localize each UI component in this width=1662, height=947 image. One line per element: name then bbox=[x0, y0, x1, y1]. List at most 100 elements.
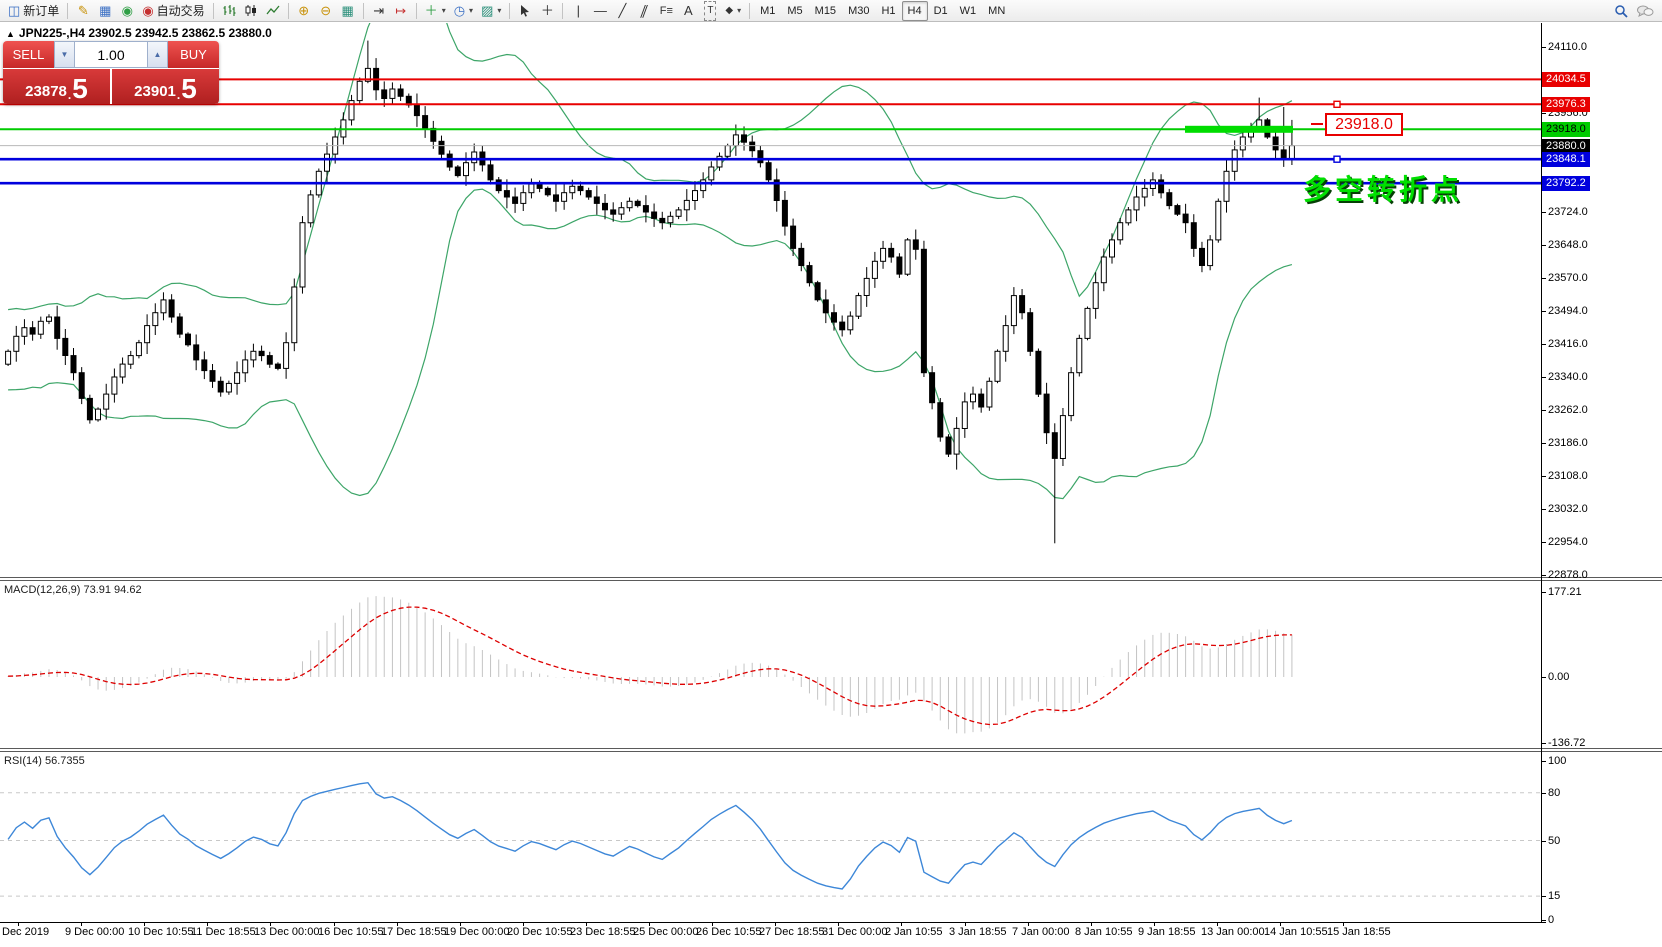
vertical-line-tool[interactable]: | bbox=[567, 1, 589, 21]
cursor-icon bbox=[519, 4, 531, 17]
line-chart-button[interactable] bbox=[262, 1, 284, 21]
crosshair-tool-button[interactable]: ＋ bbox=[536, 1, 558, 21]
new-order-icon: ◫ bbox=[8, 2, 20, 20]
timeframe-w1-button[interactable]: W1 bbox=[954, 1, 983, 21]
zoom-in-button[interactable]: ⊕ bbox=[293, 1, 315, 21]
macd-pane[interactable] bbox=[0, 581, 1541, 748]
trendline-tool[interactable]: ╱ bbox=[611, 1, 633, 21]
text-icon: A bbox=[684, 2, 693, 20]
chart-shift-button[interactable]: ↦ bbox=[390, 1, 412, 21]
toolbar-separator bbox=[562, 3, 563, 19]
time-axis[interactable] bbox=[0, 922, 1541, 946]
auto-scroll-icon: ⇥ bbox=[373, 2, 384, 20]
search-button[interactable] bbox=[1610, 1, 1632, 21]
chat-button[interactable] bbox=[1632, 1, 1658, 21]
horizontal-line-icon: — bbox=[594, 2, 607, 20]
sell-price-button[interactable]: 23878 . 5 bbox=[3, 69, 110, 104]
vertical-line-icon: | bbox=[577, 2, 580, 20]
zoom-in-icon: ⊕ bbox=[298, 2, 309, 20]
price-axis[interactable] bbox=[1541, 23, 1661, 922]
timeframe-toolbar: M1M5M15M30H1H4D1W1MN bbox=[754, 1, 1011, 21]
fibonacci-tool[interactable]: F≡ bbox=[655, 1, 677, 21]
periods-button[interactable]: ◷▾ bbox=[450, 1, 477, 21]
volume-decrease-button[interactable]: ▼ bbox=[54, 41, 75, 68]
tile-windows-icon: ▦ bbox=[342, 2, 354, 20]
autotrading-label: 自动交易 bbox=[157, 2, 205, 19]
text-label-tool[interactable]: T bbox=[699, 1, 721, 21]
auto-scroll-button[interactable]: ⇥ bbox=[368, 1, 390, 21]
callout-connector bbox=[1311, 123, 1323, 125]
sell-button[interactable]: SELL bbox=[3, 41, 54, 68]
candlestick-chart-button[interactable] bbox=[240, 1, 262, 21]
tile-windows-button[interactable]: ▦ bbox=[337, 1, 359, 21]
toolbar-separator bbox=[509, 3, 510, 19]
signals-icon: ◉ bbox=[122, 2, 133, 20]
new-order-label: 新订单 bbox=[23, 2, 59, 19]
timeframe-d1-button[interactable]: D1 bbox=[928, 1, 954, 21]
rsi-indicator-label: RSI(14) 56.7355 bbox=[4, 755, 85, 767]
horizontal-line-tool[interactable]: — bbox=[589, 1, 611, 21]
zoom-out-button[interactable]: ⊖ bbox=[315, 1, 337, 21]
arrows-tool[interactable]: ◆▾ bbox=[721, 1, 745, 21]
timeframe-h4-button[interactable]: H4 bbox=[902, 1, 928, 21]
pane-separator[interactable] bbox=[0, 748, 1662, 752]
timeframe-mn-button[interactable]: MN bbox=[982, 1, 1011, 21]
chart-shift-icon: ↦ bbox=[395, 2, 406, 20]
chevron-down-icon: ▾ bbox=[442, 6, 446, 15]
cursor-tool-button[interactable] bbox=[514, 1, 536, 21]
buy-price-dot: . bbox=[177, 88, 180, 102]
price-callout[interactable]: 23918.0 bbox=[1325, 113, 1403, 136]
buy-price-button[interactable]: 23901 . 5 bbox=[112, 69, 219, 104]
timeframe-h1-button[interactable]: H1 bbox=[875, 1, 901, 21]
timeframe-m5-button[interactable]: M5 bbox=[781, 1, 808, 21]
templates-button[interactable]: ▨▾ bbox=[477, 1, 505, 21]
chevron-down-icon: ▾ bbox=[737, 6, 741, 15]
sell-price-frac: 5 bbox=[72, 76, 88, 102]
buy-button[interactable]: BUY bbox=[168, 41, 219, 68]
toolbar-separator bbox=[749, 3, 750, 19]
timeframe-m1-button[interactable]: M1 bbox=[754, 1, 781, 21]
terminal-button[interactable]: ▦ bbox=[94, 1, 116, 21]
crosshair-icon: ＋ bbox=[541, 2, 554, 20]
bar-chart-button[interactable] bbox=[218, 1, 240, 21]
indicators-button[interactable]: ＋▾ bbox=[421, 1, 450, 21]
candlestick-chart-icon bbox=[244, 4, 258, 17]
rsi-pane[interactable] bbox=[0, 752, 1541, 922]
text-tool[interactable]: A bbox=[677, 1, 699, 21]
chart-window[interactable]: 24110.023956.023724.023648.023570.023494… bbox=[0, 22, 1662, 947]
symbol-period-label: JPN225-,H4 bbox=[19, 26, 85, 40]
main-toolbar: ◫ 新订单 ✎ ▦ ◉ ◉ 自动交易 ⊕ ⊖ ▦ ⇥ ↦ ＋▾ ◷▾ ▨▾ bbox=[0, 0, 1662, 22]
price-pane[interactable] bbox=[0, 23, 1541, 577]
equidistant-channel-icon: ∥ bbox=[638, 2, 651, 20]
timeframe-m15-button[interactable]: M15 bbox=[809, 1, 842, 21]
channel-tool[interactable]: ∥ bbox=[633, 1, 655, 21]
volume-input[interactable]: 1.00 bbox=[75, 41, 147, 68]
metaeditor-button[interactable]: ✎ bbox=[72, 1, 94, 21]
text-label-icon: T bbox=[704, 1, 716, 21]
sell-price-dot: . bbox=[68, 88, 71, 102]
new-order-button[interactable]: ◫ 新订单 bbox=[4, 1, 63, 21]
signals-button[interactable]: ◉ bbox=[116, 1, 138, 21]
line-chart-icon bbox=[266, 4, 280, 17]
search-icon bbox=[1614, 4, 1628, 18]
clock-icon: ◷ bbox=[454, 2, 465, 20]
metaeditor-icon: ✎ bbox=[78, 2, 89, 20]
autotrading-button[interactable]: ◉ 自动交易 bbox=[138, 1, 208, 21]
toolbar-separator bbox=[416, 3, 417, 19]
chinese-annotation[interactable]: 多空转折点 bbox=[1303, 168, 1463, 208]
macd-indicator-label: MACD(12,26,9) 73.91 94.62 bbox=[4, 584, 142, 596]
buy-price-frac: 5 bbox=[181, 76, 197, 102]
timeframe-m30-button[interactable]: M30 bbox=[842, 1, 875, 21]
ohlc-values: 23902.5 23942.5 23862.5 23880.0 bbox=[88, 26, 272, 40]
trendline-icon: ╱ bbox=[618, 2, 626, 20]
toolbar-separator bbox=[213, 3, 214, 19]
one-click-trading-panel: SELL ▼ 1.00 ▲ BUY 23878 . 5 23901 . 5 bbox=[3, 41, 219, 104]
volume-increase-button[interactable]: ▲ bbox=[147, 41, 168, 68]
chevron-down-icon: ▾ bbox=[497, 6, 501, 15]
bar-chart-icon bbox=[222, 4, 236, 17]
sell-price-int: 23878 bbox=[25, 82, 67, 102]
indicators-icon: ＋ bbox=[425, 2, 438, 20]
arrows-icon: ◆ bbox=[725, 2, 733, 20]
pane-separator[interactable] bbox=[0, 577, 1662, 581]
toolbar-separator bbox=[288, 3, 289, 19]
